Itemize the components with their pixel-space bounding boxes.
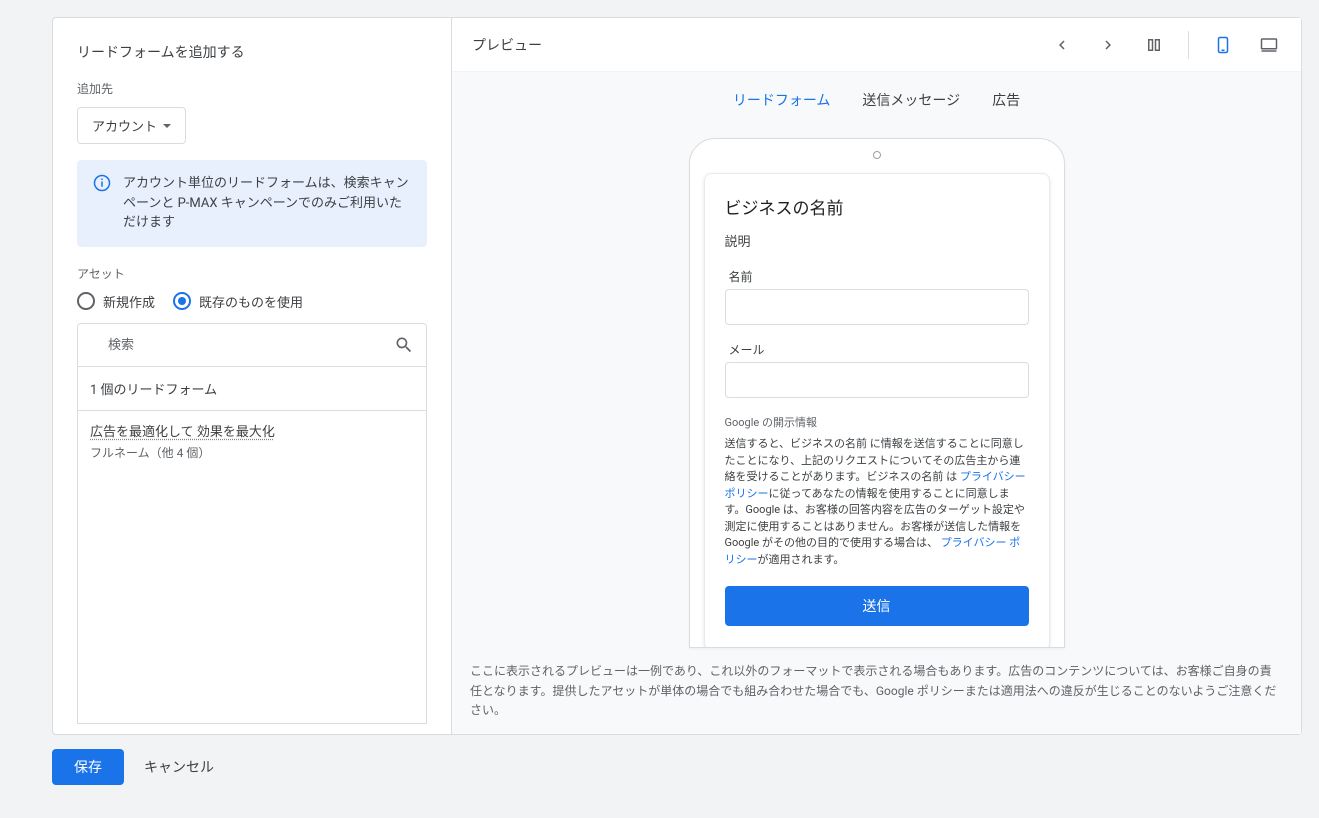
lead-form-card: ビジネスの名前 説明 名前 メール Google の開示情報 送信すると、ビジネ… xyxy=(704,173,1050,648)
asset-label: アセット xyxy=(77,265,427,282)
right-panel: プレビュー リードフォーム xyxy=(452,18,1301,734)
save-button[interactable]: 保存 xyxy=(52,749,124,785)
radio-icon xyxy=(173,292,191,310)
tab-ad[interactable]: 広告 xyxy=(990,86,1022,114)
panel-title: リードフォームを追加する xyxy=(77,42,427,62)
disclosure-heading: Google の開示情報 xyxy=(725,414,1029,430)
preview-header: プレビュー xyxy=(452,18,1301,72)
radio-new-label: 新規作成 xyxy=(103,292,155,311)
radio-existing[interactable]: 既存のものを使用 xyxy=(173,292,303,311)
result-subtitle: フルネーム（他 4 個） xyxy=(90,444,414,461)
search-icon xyxy=(394,335,414,355)
chevron-down-icon xyxy=(163,124,171,128)
result-item[interactable]: 広告を最適化して 効果を最大化 フルネーム（他 4 個） xyxy=(78,411,426,471)
mobile-icon xyxy=(1214,34,1232,56)
prev-button[interactable] xyxy=(1050,33,1074,57)
name-field[interactable] xyxy=(725,289,1029,325)
disclosure-text: 送信すると、ビジネスの名前 に情報を送信することに同意したことになり、上記のリク… xyxy=(725,436,1029,568)
result-title: 広告を最適化して 効果を最大化 xyxy=(90,421,414,440)
radio-new[interactable]: 新規作成 xyxy=(77,292,155,311)
business-description: 説明 xyxy=(725,231,1029,250)
info-text: アカウント単位のリードフォームは、検索キャンペーンと P-MAX キャンペーンで… xyxy=(123,174,411,233)
main-card: リードフォームを追加する 追加先 アカウント アカウント単位のリードフォームは、… xyxy=(52,17,1302,735)
tab-lead-form[interactable]: リードフォーム xyxy=(731,86,833,114)
destination-select-value: アカウント xyxy=(92,116,157,135)
preview-footnote: ここに表示されるプレビューは一例であり、これ以外のフォーマットで表示される場合も… xyxy=(452,652,1301,734)
desktop-view-button[interactable] xyxy=(1257,33,1281,57)
cancel-button[interactable]: キャンセル xyxy=(144,757,214,777)
divider xyxy=(1188,31,1189,59)
camera-icon xyxy=(873,151,881,159)
bottom-actions: 保存 キャンセル xyxy=(52,749,1319,785)
radio-icon xyxy=(77,292,95,310)
destination-label: 追加先 xyxy=(77,80,427,97)
device-preview-area: ビジネスの名前 説明 名前 メール Google の開示情報 送信すると、ビジネ… xyxy=(452,124,1301,652)
next-button[interactable] xyxy=(1096,33,1120,57)
preview-tabs: リードフォーム 送信メッセージ 広告 xyxy=(452,72,1301,124)
search-box xyxy=(77,323,427,367)
chevron-left-icon xyxy=(1053,36,1071,54)
destination-select[interactable]: アカウント xyxy=(77,107,186,144)
preview-title: プレビュー xyxy=(472,35,542,55)
tab-submit-message[interactable]: 送信メッセージ xyxy=(860,86,962,114)
results-count: 1 個のリードフォーム xyxy=(78,367,426,411)
name-field-label: 名前 xyxy=(729,268,1029,285)
left-panel: リードフォームを追加する 追加先 アカウント アカウント単位のリードフォームは、… xyxy=(53,18,452,734)
mobile-view-button[interactable] xyxy=(1211,33,1235,57)
columns-button[interactable] xyxy=(1142,33,1166,57)
info-banner: アカウント単位のリードフォームは、検索キャンペーンと P-MAX キャンペーンで… xyxy=(77,160,427,247)
results-list: 1 個のリードフォーム 広告を最適化して 効果を最大化 フルネーム（他 4 個） xyxy=(77,367,427,724)
business-name: ビジネスの名前 xyxy=(725,194,1029,219)
search-input[interactable] xyxy=(108,337,394,352)
columns-icon xyxy=(1145,36,1163,54)
desktop-icon xyxy=(1258,36,1280,54)
radio-existing-label: 既存のものを使用 xyxy=(199,292,303,311)
asset-radio-group: 新規作成 既存のものを使用 xyxy=(77,292,427,311)
device-frame: ビジネスの名前 説明 名前 メール Google の開示情報 送信すると、ビジネ… xyxy=(689,138,1065,648)
info-icon xyxy=(93,174,111,192)
chevron-right-icon xyxy=(1099,36,1117,54)
email-field[interactable] xyxy=(725,362,1029,398)
submit-button[interactable]: 送信 xyxy=(725,586,1029,626)
email-field-label: メール xyxy=(729,341,1029,358)
